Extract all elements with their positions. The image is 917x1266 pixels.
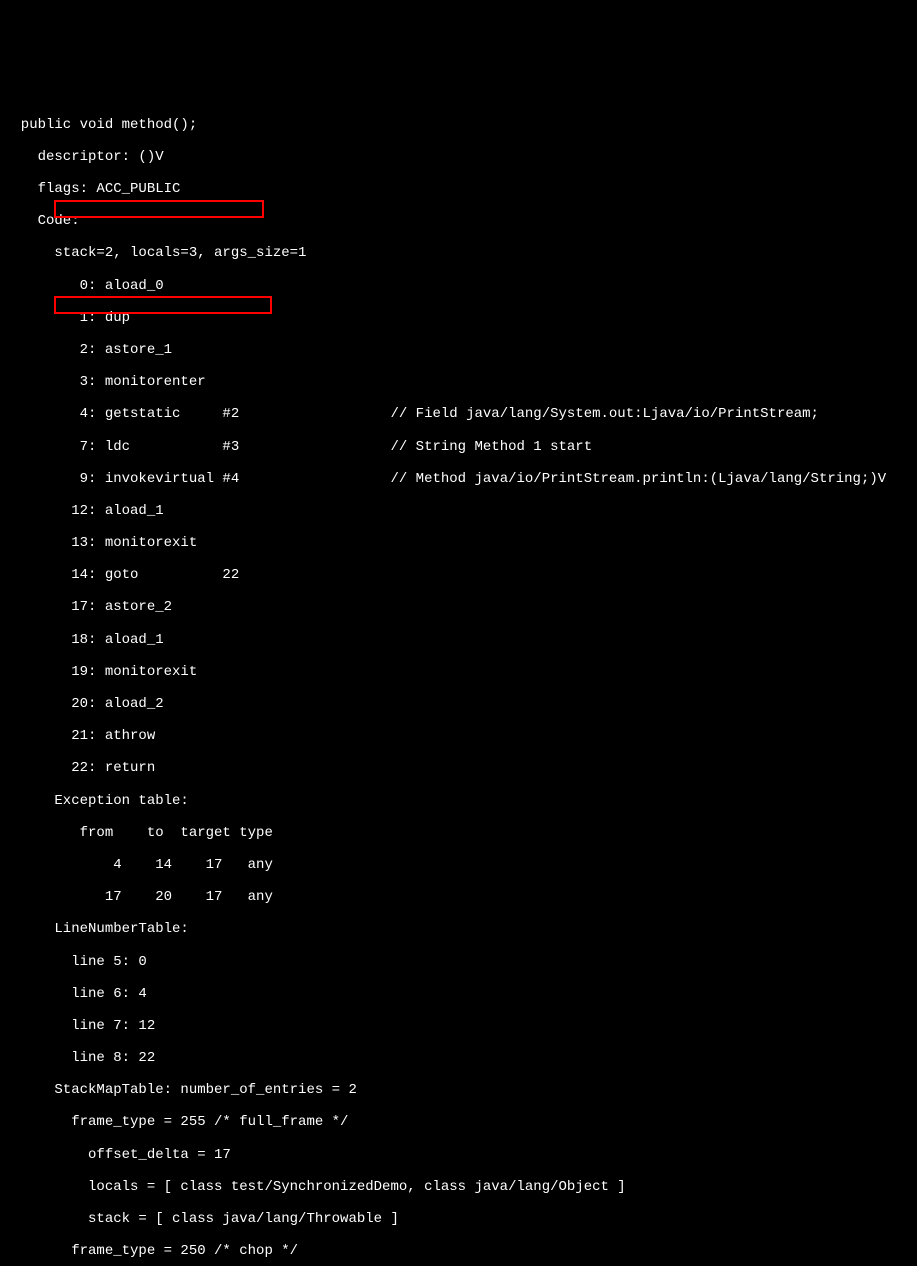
line-number-5: line 5: 0 [4, 954, 913, 970]
descriptor-line: descriptor: ()V [4, 149, 913, 165]
instruction-22: 22: return [4, 760, 913, 776]
line-number-6: line 6: 4 [4, 986, 913, 1002]
instruction-4: 4: getstatic #2 // Field java/lang/Syste… [4, 406, 913, 422]
stack-info: stack=2, locals=3, args_size=1 [4, 245, 913, 261]
frame-type-2: frame_type = 250 /* chop */ [4, 1243, 913, 1259]
instruction-18: 18: aload_1 [4, 632, 913, 648]
instruction-4-comment: // Field java/lang/System.out:Ljava/io/P… [239, 406, 819, 422]
exception-table-row-2: 17 20 17 any [4, 889, 913, 905]
stack-line: stack = [ class java/lang/Throwable ] [4, 1211, 913, 1227]
instruction-9-comment: // Method java/io/PrintStream.println:(L… [239, 471, 886, 487]
instruction-4-op: 4: getstatic #2 [4, 406, 239, 422]
line-number-7: line 7: 12 [4, 1018, 913, 1034]
flags-line: flags: ACC_PUBLIC [4, 181, 913, 197]
method-signature: public void method(); [4, 117, 913, 133]
instruction-7-comment: // String Method 1 start [239, 439, 592, 455]
line-number-8: line 8: 22 [4, 1050, 913, 1066]
instruction-14: 14: goto 22 [4, 567, 913, 583]
instruction-17: 17: astore_2 [4, 599, 913, 615]
instruction-7-op: 7: ldc #3 [4, 439, 239, 455]
instruction-7: 7: ldc #3 // String Method 1 start [4, 439, 913, 455]
exception-table-header: Exception table: [4, 793, 913, 809]
instruction-2: 2: astore_1 [4, 342, 913, 358]
exception-table-columns: from to target type [4, 825, 913, 841]
frame-type-1: frame_type = 255 /* full_frame */ [4, 1114, 913, 1130]
instruction-0: 0: aload_0 [4, 278, 913, 294]
instruction-20: 20: aload_2 [4, 696, 913, 712]
line-number-table-header: LineNumberTable: [4, 921, 913, 937]
instruction-13: 13: monitorexit [4, 535, 913, 551]
instruction-21: 21: athrow [4, 728, 913, 744]
stack-map-table-header: StackMapTable: number_of_entries = 2 [4, 1082, 913, 1098]
locals-line: locals = [ class test/SynchronizedDemo, … [4, 1179, 913, 1195]
instruction-3: 3: monitorenter [4, 374, 913, 390]
bytecode-output: public void method(); descriptor: ()V fl… [4, 68, 913, 1266]
offset-delta-1: offset_delta = 17 [4, 1147, 913, 1163]
instruction-9-op: 9: invokevirtual #4 [4, 471, 239, 487]
instruction-9: 9: invokevirtual #4 // Method java/io/Pr… [4, 471, 913, 487]
instruction-1: 1: dup [4, 310, 913, 326]
exception-table-row-1: 4 14 17 any [4, 857, 913, 873]
code-label: Code: [4, 213, 913, 229]
instruction-19: 19: monitorexit [4, 664, 913, 680]
instruction-12: 12: aload_1 [4, 503, 913, 519]
